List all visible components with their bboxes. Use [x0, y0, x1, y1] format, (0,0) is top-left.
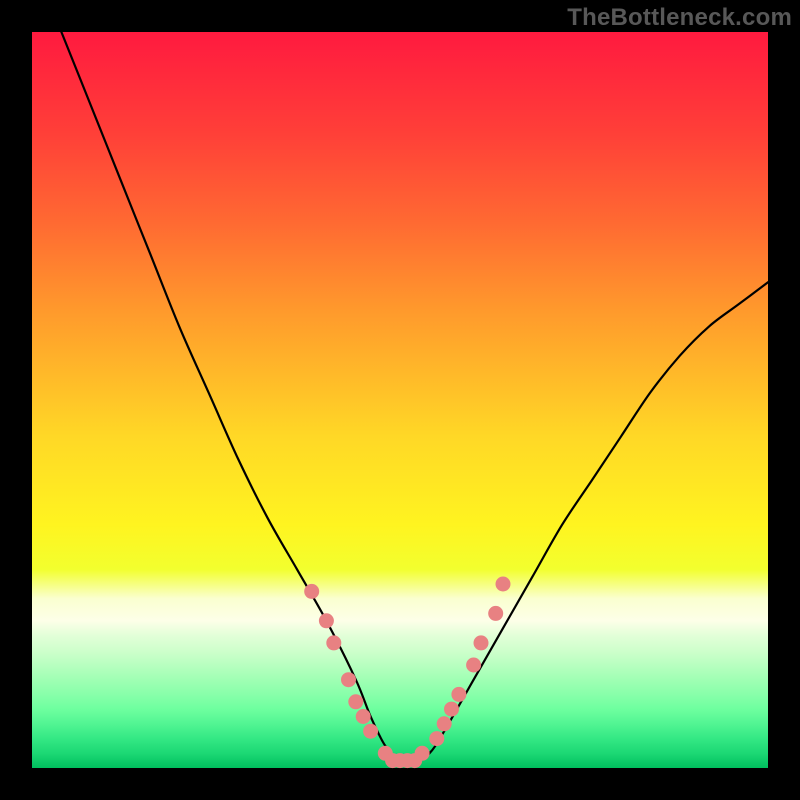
chart-svg — [32, 32, 768, 768]
data-point — [466, 658, 481, 673]
data-point — [356, 709, 371, 724]
plot-area — [32, 32, 768, 768]
data-point — [319, 613, 334, 628]
data-point — [348, 694, 363, 709]
data-point — [474, 635, 489, 650]
watermark-text: TheBottleneck.com — [567, 4, 792, 32]
data-point — [488, 606, 503, 621]
chart-frame: TheBottleneck.com — [0, 0, 800, 800]
data-point — [451, 687, 466, 702]
data-point — [437, 716, 452, 731]
data-point — [326, 635, 341, 650]
data-point — [341, 672, 356, 687]
data-point — [429, 731, 444, 746]
scatter-points — [304, 577, 510, 769]
data-point — [496, 577, 511, 592]
bottleneck-curve — [61, 32, 768, 762]
data-point — [304, 584, 319, 599]
data-point — [363, 724, 378, 739]
data-point — [444, 702, 459, 717]
data-point — [415, 746, 430, 761]
